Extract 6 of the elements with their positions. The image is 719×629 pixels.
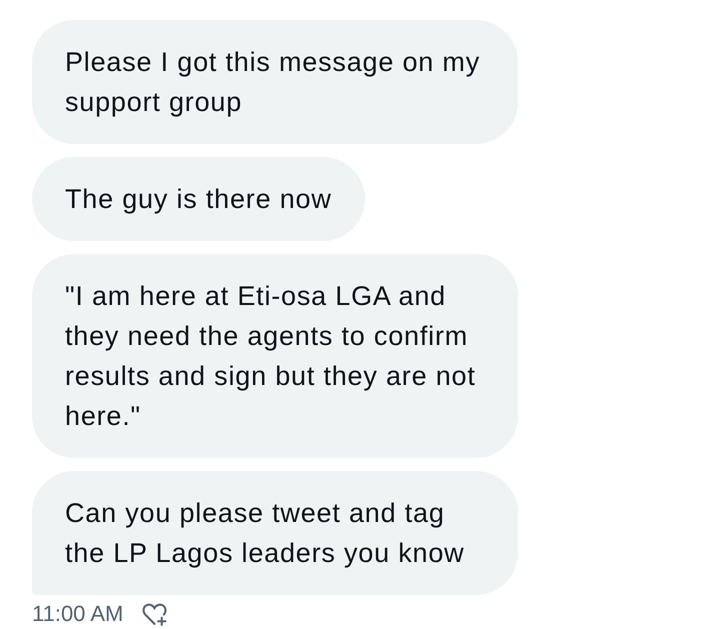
add-reaction-icon[interactable] bbox=[141, 602, 168, 626]
message-time: 11:00 AM bbox=[32, 601, 124, 627]
message-bubble: Can you please tweet and tag the LP Lagos leaders you know bbox=[32, 471, 518, 595]
message-bubble: Please I got this message on my support group bbox=[32, 20, 518, 144]
message-bubble: "I am here at Eti-osa LGA and they need the agents to confirm results and sign but they are not here." bbox=[32, 254, 518, 458]
message-bubble: The guy is there now bbox=[32, 157, 365, 241]
